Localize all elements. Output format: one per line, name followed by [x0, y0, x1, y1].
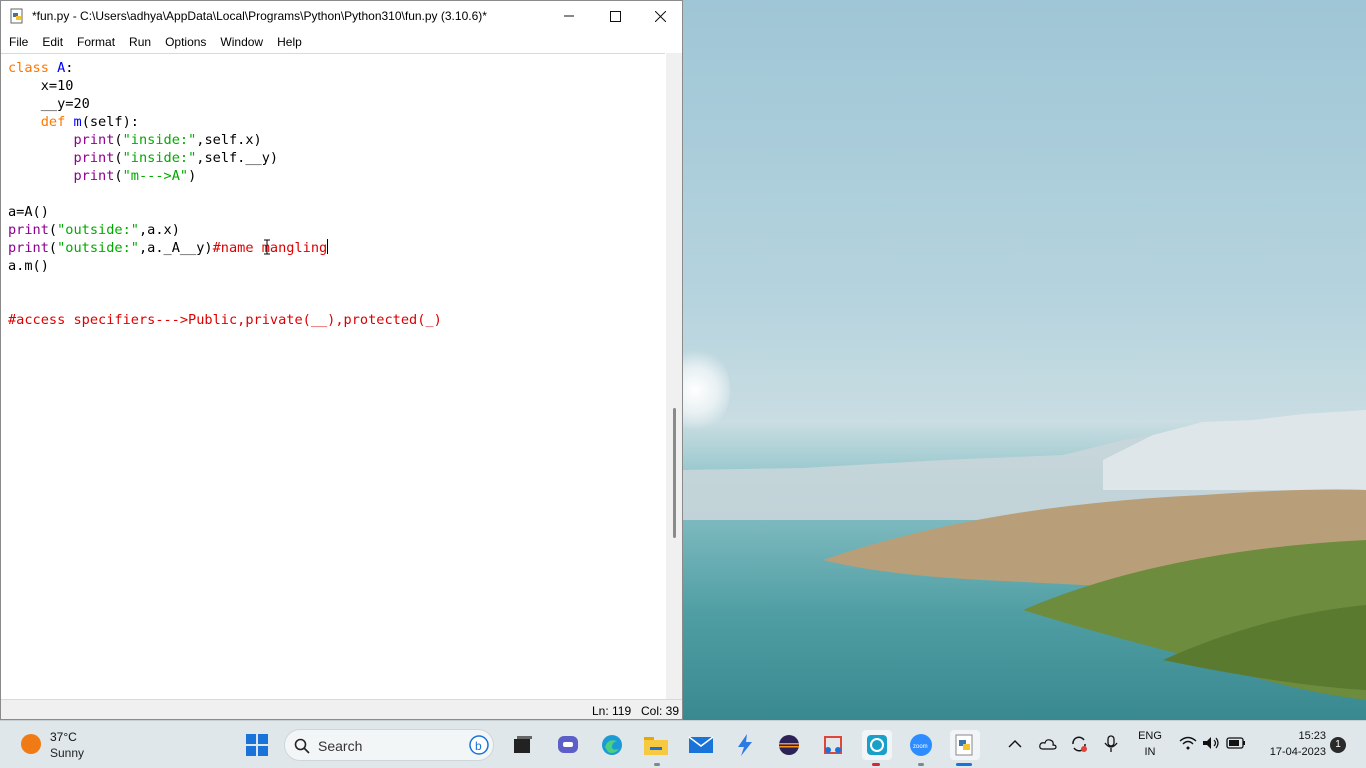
active-indicator [956, 763, 972, 766]
search-icon [294, 738, 310, 754]
close-icon [654, 10, 666, 22]
menu-options[interactable]: Options [159, 31, 212, 53]
python-idle-icon [955, 734, 973, 756]
python-idle-button[interactable] [950, 730, 980, 760]
running-indicator [918, 763, 924, 766]
code-editor[interactable]: class A: x=10 __y=20 def m(self): print(… [1, 53, 665, 699]
volume-icon[interactable] [1202, 736, 1220, 750]
edge-browser-button[interactable] [597, 730, 627, 760]
taskbar-search[interactable]: Search b [284, 729, 494, 761]
microphone-icon[interactable] [1104, 735, 1118, 753]
sun-weather-icon[interactable] [21, 734, 41, 754]
code-line[interactable]: ​ [8, 275, 442, 293]
text-cursor-icon [264, 239, 270, 255]
start-button[interactable] [242, 730, 272, 760]
window-title: *fun.py - C:\Users\adhya\AppData\Local\P… [32, 9, 487, 23]
code-text[interactable]: class A: x=10 __y=20 def m(self): print(… [8, 59, 442, 329]
menu-format[interactable]: Format [71, 31, 121, 53]
text-caret [327, 239, 329, 254]
task-view-button[interactable] [508, 730, 538, 760]
snipping-tool-icon [824, 736, 842, 754]
code-line[interactable]: __y=20 [8, 95, 442, 113]
battery-icon[interactable] [1226, 736, 1246, 750]
mail-button[interactable] [686, 730, 716, 760]
teams-chat-button[interactable] [553, 730, 583, 760]
code-line[interactable]: print("outside:",a.x) [8, 221, 442, 239]
wifi-icon[interactable] [1179, 736, 1197, 750]
snipping-tool-button[interactable] [818, 730, 848, 760]
zoom-button[interactable]: zoom [906, 730, 936, 760]
code-line[interactable]: ​ [8, 185, 442, 203]
maximize-icon [609, 10, 621, 22]
windows-logo-icon [246, 734, 268, 756]
code-line[interactable]: print("inside:",self.x) [8, 131, 442, 149]
code-line[interactable]: print("inside:",self.__y) [8, 149, 442, 167]
eclipse-button[interactable] [774, 730, 804, 760]
code-line[interactable]: x=10 [8, 77, 442, 95]
running-indicator [654, 763, 660, 766]
menu-bar: File Edit Format Run Options Window Help [1, 31, 682, 53]
edge-icon [602, 735, 622, 755]
file-explorer-button[interactable] [641, 730, 671, 760]
code-line[interactable]: print("outside:",a._A__y)#name mangling [8, 239, 442, 257]
code-line[interactable]: def m(self): [8, 113, 442, 131]
taskbar: 37°C Sunny Search b zoom ENG IN 15:23 17… [0, 720, 1366, 768]
status-line: Ln: 119 [592, 704, 632, 718]
svg-text:b: b [475, 739, 482, 753]
screen-recorder-button[interactable] [862, 730, 892, 760]
mail-icon [688, 736, 714, 753]
recording-indicator [872, 763, 880, 766]
task-view-icon [514, 736, 532, 753]
chevron-up-icon[interactable] [1008, 739, 1022, 749]
menu-run[interactable]: Run [123, 31, 157, 53]
search-placeholder: Search [318, 738, 363, 754]
notification-badge[interactable]: 1 [1330, 737, 1346, 753]
wallpaper-landscape [683, 410, 1366, 700]
language-code[interactable]: ENG [1136, 730, 1164, 742]
language-region[interactable]: IN [1136, 746, 1164, 758]
menu-edit[interactable]: Edit [36, 31, 69, 53]
clock-date[interactable]: 17-04-2023 [1256, 746, 1326, 758]
status-column: Col: 39 [641, 704, 680, 718]
clock-time[interactable]: 15:23 [1266, 730, 1326, 742]
code-line[interactable]: print("m--->A") [8, 167, 442, 185]
minimize-icon [564, 15, 574, 17]
lightning-icon [738, 734, 752, 756]
code-line[interactable]: a.m() [8, 257, 442, 275]
close-button[interactable] [637, 1, 683, 31]
status-bar: Ln: 119 Col: 39 [1, 699, 682, 719]
minimize-button[interactable] [546, 1, 592, 31]
onedrive-cloud-icon[interactable] [1039, 737, 1057, 751]
code-line[interactable]: #access specifiers--->Public,private(__)… [8, 311, 442, 329]
menu-file[interactable]: File [3, 31, 34, 53]
code-line[interactable]: class A: [8, 59, 442, 77]
scrollbar-thumb[interactable] [673, 408, 676, 538]
chat-icon [558, 736, 578, 753]
folder-icon [644, 737, 668, 755]
power-automate-button[interactable] [730, 730, 760, 760]
menu-window[interactable]: Window [214, 31, 269, 53]
zoom-icon: zoom [910, 734, 932, 756]
maximize-button[interactable] [592, 1, 638, 31]
menu-help[interactable]: Help [271, 31, 308, 53]
title-bar[interactable]: *fun.py - C:\Users\adhya\AppData\Local\P… [1, 1, 682, 31]
bing-icon[interactable]: b [469, 735, 489, 755]
vertical-scrollbar[interactable] [666, 53, 682, 699]
code-line[interactable]: a=A() [8, 203, 442, 221]
sync-icon[interactable] [1070, 735, 1088, 753]
recorder-icon [867, 735, 887, 755]
python-file-icon [10, 8, 23, 24]
weather-description[interactable]: Sunny [50, 746, 84, 760]
idle-editor-window: *fun.py - C:\Users\adhya\AppData\Local\P… [0, 0, 683, 720]
weather-temperature[interactable]: 37°C [50, 730, 77, 744]
svg-text:zoom: zoom [913, 744, 928, 750]
code-line[interactable]: ​ [8, 293, 442, 311]
eclipse-icon [779, 735, 799, 755]
